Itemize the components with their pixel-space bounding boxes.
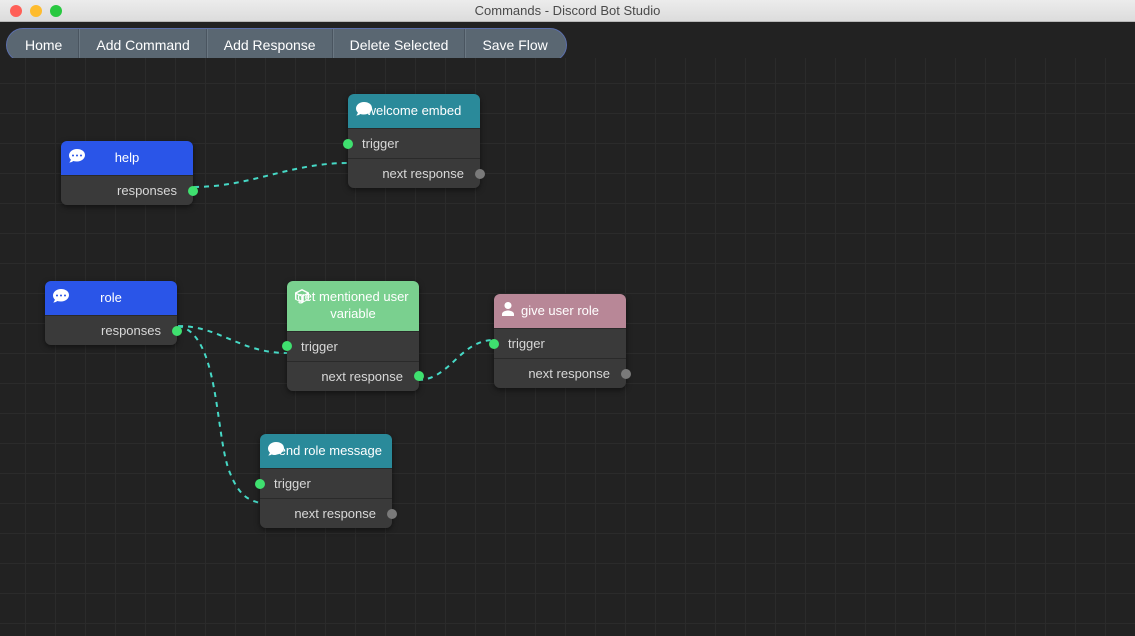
close-icon[interactable] xyxy=(10,5,22,17)
node-help-body: responses xyxy=(61,175,193,205)
node-welcome-trigger[interactable]: trigger xyxy=(348,128,480,158)
node-role-title: role xyxy=(100,290,122,307)
input-port[interactable] xyxy=(489,339,499,349)
user-icon xyxy=(502,302,514,321)
node-role-body: responses xyxy=(45,315,177,345)
output-port[interactable] xyxy=(172,326,182,336)
node-give-role-header[interactable]: give user role xyxy=(494,294,626,328)
add-command-button[interactable]: Add Command xyxy=(79,29,206,61)
speech-icon xyxy=(268,442,284,461)
node-get-mentioned-trigger[interactable]: trigger xyxy=(287,331,419,361)
node-send-role-next[interactable]: next response xyxy=(260,498,392,528)
node-get-mentioned[interactable]: get mentioned user variable trigger next… xyxy=(287,281,419,391)
speech-icon xyxy=(356,102,372,121)
node-send-role-trigger[interactable]: trigger xyxy=(260,468,392,498)
node-role-responses[interactable]: responses xyxy=(45,315,177,345)
node-send-role-header[interactable]: Send role message xyxy=(260,434,392,468)
node-send-role-title: Send role message xyxy=(270,443,382,460)
maximize-icon[interactable] xyxy=(50,5,62,17)
node-get-mentioned-header[interactable]: get mentioned user variable xyxy=(287,281,419,331)
responses-label: responses xyxy=(101,323,161,338)
add-response-button[interactable]: Add Response xyxy=(207,29,333,61)
window-title: Commands - Discord Bot Studio xyxy=(475,3,661,18)
next-response-label: next response xyxy=(321,369,403,384)
trigger-label: trigger xyxy=(274,476,311,491)
input-port[interactable] xyxy=(343,139,353,149)
node-welcome-next[interactable]: next response xyxy=(348,158,480,188)
output-port[interactable] xyxy=(621,369,631,379)
node-help-title: help xyxy=(115,150,140,167)
node-help[interactable]: help responses xyxy=(61,141,193,205)
node-welcome-body: trigger next response xyxy=(348,128,480,188)
node-send-role-message[interactable]: Send role message trigger next response xyxy=(260,434,392,528)
minimize-icon[interactable] xyxy=(30,5,42,17)
input-port[interactable] xyxy=(282,341,292,351)
node-welcome-embed[interactable]: welcome embed trigger next response xyxy=(348,94,480,188)
flow-canvas[interactable]: help responses welcome embed trigger nex… xyxy=(0,58,1135,636)
next-response-label: next response xyxy=(294,506,376,521)
output-port[interactable] xyxy=(387,509,397,519)
node-give-role-title: give user role xyxy=(521,303,599,320)
home-button[interactable]: Home xyxy=(7,29,79,61)
node-role-header[interactable]: role xyxy=(45,281,177,315)
node-help-header[interactable]: help xyxy=(61,141,193,175)
node-get-mentioned-next[interactable]: next response xyxy=(287,361,419,391)
node-welcome-header[interactable]: welcome embed xyxy=(348,94,480,128)
save-flow-button[interactable]: Save Flow xyxy=(465,29,565,61)
next-response-label: next response xyxy=(528,366,610,381)
node-role[interactable]: role responses xyxy=(45,281,177,345)
node-give-role-body: trigger next response xyxy=(494,328,626,388)
node-give-role-next[interactable]: next response xyxy=(494,358,626,388)
output-port[interactable] xyxy=(414,371,424,381)
node-give-role-trigger[interactable]: trigger xyxy=(494,328,626,358)
trigger-label: trigger xyxy=(362,136,399,151)
node-help-responses[interactable]: responses xyxy=(61,175,193,205)
trigger-label: trigger xyxy=(301,339,338,354)
traffic-lights xyxy=(0,5,62,17)
node-get-mentioned-title: get mentioned user variable xyxy=(295,289,411,323)
trigger-label: trigger xyxy=(508,336,545,351)
responses-label: responses xyxy=(117,183,177,198)
input-port[interactable] xyxy=(255,479,265,489)
output-port[interactable] xyxy=(475,169,485,179)
output-port[interactable] xyxy=(188,186,198,196)
node-get-mentioned-body: trigger next response xyxy=(287,331,419,391)
speech-icon xyxy=(53,289,69,308)
titlebar: Commands - Discord Bot Studio xyxy=(0,0,1135,22)
node-give-role[interactable]: give user role trigger next response xyxy=(494,294,626,388)
cube-icon xyxy=(295,289,309,308)
node-welcome-title: welcome embed xyxy=(367,103,462,120)
toolbar-pill: Home Add Command Add Response Delete Sel… xyxy=(6,28,567,62)
next-response-label: next response xyxy=(382,166,464,181)
delete-selected-button[interactable]: Delete Selected xyxy=(333,29,466,61)
node-send-role-body: trigger next response xyxy=(260,468,392,528)
speech-icon xyxy=(69,149,85,168)
